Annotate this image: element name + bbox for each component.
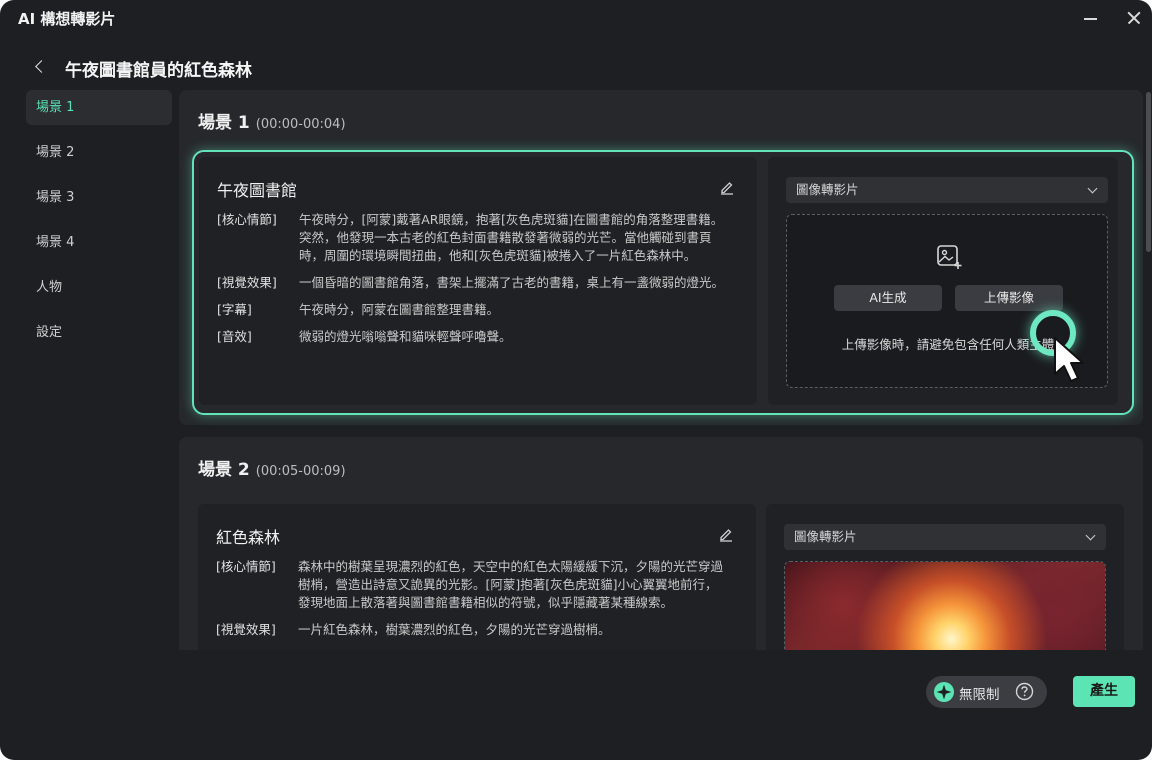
sidebar-item-scene-1[interactable]: 場景 1 bbox=[26, 90, 172, 125]
sidebar-item-scene-2[interactable]: 場景 2 bbox=[26, 135, 172, 170]
scrollbar[interactable] bbox=[1146, 92, 1151, 252]
credits-pill[interactable]: 無限制 bbox=[926, 676, 1047, 708]
scene-title: 紅色森林 bbox=[216, 528, 281, 547]
field-tag: [視覺效果] bbox=[216, 622, 276, 637]
scene-title: 午夜圖書館 bbox=[217, 181, 298, 200]
scene-name: 場景 1 bbox=[198, 113, 250, 133]
app-title: AI 構想轉影片 bbox=[18, 10, 116, 28]
scene-header: 場景 2 (00:05-00:09) bbox=[198, 455, 346, 480]
title-bar: AI 構想轉影片 bbox=[0, 0, 1152, 36]
scene-time: (00:05-00:09) bbox=[255, 464, 346, 479]
chevron-down-icon bbox=[1085, 530, 1096, 541]
field-row: [字幕] 午夜時分，阿蒙在圖書館整理書籍。 bbox=[217, 301, 737, 319]
red-forest-thumbnail bbox=[785, 562, 1105, 650]
script-fields: [核心情節] 森林中的樹葉呈現濃烈的紅色，天空中的紅色太陽緩緩下沉，夕陽的光芒穿… bbox=[216, 558, 736, 648]
mode-dropdown-value: 圖像轉影片 bbox=[796, 182, 859, 197]
generate-button[interactable]: 產生 bbox=[1073, 676, 1135, 707]
edit-icon[interactable] bbox=[719, 179, 735, 195]
sidebar-item-settings[interactable]: 設定 bbox=[26, 315, 172, 350]
back-arrow-icon[interactable] bbox=[30, 56, 50, 78]
cursor-icon bbox=[1054, 337, 1084, 382]
mode-dropdown[interactable]: 圖像轉影片 bbox=[784, 524, 1106, 550]
help-icon[interactable] bbox=[1015, 682, 1034, 701]
close-icon[interactable] bbox=[1119, 4, 1149, 32]
scene-header: 場景 1 (00:00-00:04) bbox=[198, 108, 346, 133]
image-plus-icon bbox=[937, 245, 962, 269]
minimize-icon[interactable] bbox=[1075, 4, 1105, 32]
field-text: 微弱的燈光嗡嗡聲和貓咪輕聲呼嚕聲。 bbox=[299, 329, 512, 344]
script-panel: 紅色森林 [核心情節] 森林中的樹葉呈現濃烈的紅色，天空中的紅色太陽緩緩下沉，夕… bbox=[198, 504, 756, 650]
scene-name: 場景 2 bbox=[198, 460, 250, 480]
page-title: 午夜圖書館員的紅色森林 bbox=[65, 61, 252, 81]
field-row: [核心情節] 森林中的樹葉呈現濃烈的紅色，天空中的紅色太陽緩緩下沉，夕陽的光芒穿… bbox=[216, 558, 736, 612]
scene-list: 場景 1 (00:00-00:04) 午夜圖書館 [核心情節] 午夜時分，[阿蒙]… bbox=[179, 90, 1143, 650]
upload-image-button[interactable]: 上傳影像 bbox=[955, 285, 1063, 311]
credits-label: 無限制 bbox=[959, 687, 1000, 703]
field-tag: [核心情節] bbox=[217, 212, 277, 227]
field-tag: [音效] bbox=[217, 329, 252, 344]
upload-dropzone[interactable]: AI生成 上傳影像 上傳影像時，請避免包含任何人類主體 bbox=[786, 214, 1108, 388]
field-text: 午夜時分，阿蒙在圖書館整理書籍。 bbox=[299, 302, 500, 317]
script-fields: [核心情節] 午夜時分，[阿蒙]戴著AR眼鏡，抱著[灰色虎斑貓]在圖書館的角落整… bbox=[217, 211, 737, 355]
sidebar-item-scene-4[interactable]: 場景 4 bbox=[26, 225, 172, 260]
scene-card: 場景 2 (00:05-00:09) 紅色森林 [核心情節] 森林中的樹葉呈現濃烈… bbox=[179, 437, 1143, 650]
field-row: [音效] 微弱的燈光嗡嗡聲和貓咪輕聲呼嚕聲。 bbox=[217, 328, 737, 346]
scene-time: (00:00-00:04) bbox=[255, 117, 346, 132]
field-text: 午夜時分，[阿蒙]戴著AR眼鏡，抱著[灰色虎斑貓]在圖書館的角落整理書籍。突然，… bbox=[299, 212, 724, 263]
sparkle-icon bbox=[934, 682, 954, 702]
chevron-down-icon bbox=[1087, 183, 1098, 194]
field-text: 一個昏暗的圖書館角落，書架上擺滿了古老的書籍，桌上有一盞微弱的燈光。 bbox=[299, 275, 725, 290]
script-panel: 午夜圖書館 [核心情節] 午夜時分，[阿蒙]戴著AR眼鏡，抱著[灰色虎斑貓]在圖… bbox=[199, 157, 757, 405]
sidebar-item-scene-3[interactable]: 場景 3 bbox=[26, 180, 172, 215]
media-panel: 圖像轉影片 AI生成 上傳影像 上傳影像時，請避免包含任何人類主體 bbox=[768, 157, 1118, 405]
field-tag: [字幕] bbox=[217, 302, 252, 317]
ai-generate-button[interactable]: AI生成 bbox=[834, 285, 942, 311]
field-tag: [核心情節] bbox=[216, 559, 276, 574]
image-preview[interactable] bbox=[784, 561, 1106, 650]
mode-dropdown[interactable]: 圖像轉影片 bbox=[786, 177, 1108, 203]
app-window: AI 構想轉影片 午夜圖書館員的紅色森林 場景 1 場景 2 場景 3 場景 4… bbox=[0, 0, 1152, 760]
field-row: [視覺效果] 一個昏暗的圖書館角落，書架上擺滿了古老的書籍，桌上有一盞微弱的燈光… bbox=[217, 274, 737, 292]
edit-icon[interactable] bbox=[718, 526, 734, 542]
field-tag: [視覺效果] bbox=[217, 275, 277, 290]
field-text: 森林中的樹葉呈現濃烈的紅色，天空中的紅色太陽緩緩下沉，夕陽的光芒穿過樹梢，營造出… bbox=[298, 559, 724, 610]
field-text: 一片紅色森林，樹葉濃烈的紅色，夕陽的光芒穿過樹梢。 bbox=[298, 622, 611, 637]
media-panel: 圖像轉影片 bbox=[766, 504, 1124, 650]
scene-card: 場景 1 (00:00-00:04) 午夜圖書館 [核心情節] 午夜時分，[阿蒙]… bbox=[179, 90, 1143, 425]
scene-sidebar: 場景 1 場景 2 場景 3 場景 4 人物 設定 bbox=[26, 90, 172, 360]
sidebar-item-characters[interactable]: 人物 bbox=[26, 270, 172, 305]
field-row: [視覺效果] 一片紅色森林，樹葉濃烈的紅色，夕陽的光芒穿過樹梢。 bbox=[216, 621, 736, 639]
field-row: [核心情節] 午夜時分，[阿蒙]戴著AR眼鏡，抱著[灰色虎斑貓]在圖書館的角落整… bbox=[217, 211, 737, 265]
mode-dropdown-value: 圖像轉影片 bbox=[794, 529, 857, 544]
